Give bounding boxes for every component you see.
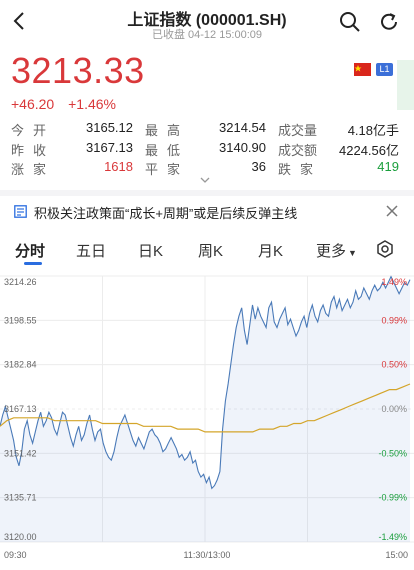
intraday-chart[interactable]: 3214.26 1.49% 3198.55 0.99% 3182.84 0.50% 3167… xyxy=(0,268,414,565)
tab-five-day[interactable]: 五日 xyxy=(76,240,106,261)
china-flag-icon xyxy=(354,63,371,76)
expand-chevron-icon[interactable] xyxy=(199,176,211,184)
stat-label: 成交额 xyxy=(278,142,318,158)
chart-tabs: 分时 五日 日K 周K 月K 更多 ▼ xyxy=(0,236,414,265)
side-panel-edge[interactable] xyxy=(397,60,414,110)
tab-weekly-k[interactable]: 周K xyxy=(198,240,223,261)
stat-label: 最高 xyxy=(145,123,190,138)
active-tab-indicator xyxy=(24,262,42,265)
stat-value: 3140.90 xyxy=(219,139,266,155)
search-icon[interactable] xyxy=(338,10,362,34)
price-change: +46.20 +1.46% xyxy=(11,96,126,112)
change-percent: +1.46% xyxy=(68,96,116,112)
news-headline[interactable]: 积极关注政策面“成长+周期”或是后续反弹主线 xyxy=(34,203,297,222)
stats-row: 今开 3165.12 最高 3214.54 成交量 4.18亿手 xyxy=(11,120,406,140)
x-axis-label: 15:00 xyxy=(385,550,408,560)
tab-daily-k[interactable]: 日K xyxy=(138,240,163,261)
stat-label: 涨家 xyxy=(11,162,56,177)
x-axis-label: 09:30 xyxy=(4,550,27,560)
close-icon[interactable] xyxy=(385,204,399,218)
stat-value: 3214.54 xyxy=(219,120,266,135)
settings-icon[interactable] xyxy=(376,240,394,258)
news-icon xyxy=(14,205,27,218)
pct-axis-label: 0.50% xyxy=(381,360,407,370)
chart-svg: 3214.26 1.49% 3198.55 0.99% 3182.84 0.50% 3167… xyxy=(0,275,414,560)
stat-value: 4224.56亿 xyxy=(339,142,399,158)
refresh-icon[interactable] xyxy=(377,10,401,34)
quote-stats: 今开 3165.12 最高 3214.54 成交量 4.18亿手 昨收 3167… xyxy=(11,120,406,179)
stat-label: 平家 xyxy=(145,162,190,177)
stat-value: 1618 xyxy=(104,159,133,174)
y-axis-label: 3182.84 xyxy=(4,360,37,370)
pct-axis-label: -0.99% xyxy=(378,493,407,503)
dropdown-arrow-icon: ▼ xyxy=(348,248,357,258)
stats-row: 昨收 3167.13 最低 3140.90 成交额 4224.56亿 xyxy=(11,140,406,160)
stat-label: 最低 xyxy=(145,142,190,158)
y-axis-label: 3135.71 xyxy=(4,493,37,503)
stat-value: 3165.12 xyxy=(86,120,133,135)
tab-more-label: 更多 xyxy=(316,243,347,260)
pct-axis-label: 0.99% xyxy=(381,315,407,325)
stat-label: 跌家 xyxy=(278,162,323,177)
pct-axis-label: 1.49% xyxy=(381,277,407,287)
tab-intraday[interactable]: 分时 xyxy=(15,240,45,261)
stat-value: 4.18亿手 xyxy=(347,123,399,138)
stat-value: 419 xyxy=(377,159,399,174)
news-banner[interactable]: 积极关注政策面“成长+周期”或是后续反弹主线 xyxy=(0,196,414,226)
stat-label: 成交量 xyxy=(278,123,318,138)
y-axis-label: 3120.00 xyxy=(4,532,37,542)
tab-monthly-k[interactable]: 月K xyxy=(258,240,283,261)
header-bar: 上证指数 (000001.SH) 已收盘 04-12 15:00:09 xyxy=(0,0,414,44)
pct-axis-label: -0.50% xyxy=(378,448,407,458)
pct-axis-label: 0.00% xyxy=(381,404,407,414)
stat-value: 36 xyxy=(251,159,266,174)
change-value: +46.20 xyxy=(11,96,55,112)
pct-axis-label: -1.49% xyxy=(378,532,407,542)
stat-label: 昨收 xyxy=(11,142,56,158)
stat-label: 今开 xyxy=(11,123,56,138)
level1-badge: L1 xyxy=(376,63,393,76)
stat-value: 3167.13 xyxy=(86,139,133,155)
x-axis-label: 11:30/13:00 xyxy=(184,550,231,560)
y-axis-label: 3151.42 xyxy=(4,448,37,458)
y-axis-label: 3214.26 xyxy=(4,277,37,287)
y-axis-label: 3167.13 xyxy=(4,404,37,414)
y-axis-label: 3198.55 xyxy=(4,315,37,325)
tab-more[interactable]: 更多 ▼ xyxy=(316,240,357,261)
current-price: 3213.33 xyxy=(11,50,145,91)
